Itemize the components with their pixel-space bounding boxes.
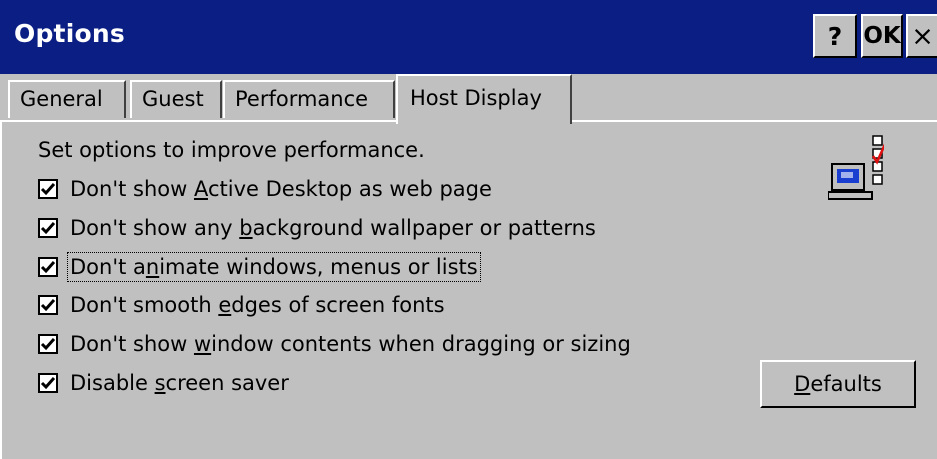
title-bar: Options ? OK × bbox=[0, 0, 937, 74]
checkbox-no-wallpaper[interactable] bbox=[38, 218, 58, 238]
checkbox-no-active-desktop[interactable] bbox=[38, 179, 58, 199]
option-disable-screen-saver[interactable]: Disable screen saver bbox=[38, 368, 289, 398]
option-no-animation[interactable]: Don't animate windows, menus or lists bbox=[38, 252, 481, 282]
check-mark-icon bbox=[40, 261, 56, 274]
option-no-font-smoothing[interactable]: Don't smooth edges of screen fonts bbox=[38, 290, 445, 320]
intro-text: Set options to improve performance. bbox=[38, 138, 425, 162]
option-label: Don't show window contents when dragging… bbox=[70, 332, 631, 356]
close-button[interactable]: × bbox=[906, 14, 937, 58]
checkbox-no-window-contents[interactable] bbox=[38, 334, 58, 354]
tab-performance[interactable]: Performance bbox=[223, 80, 395, 118]
ok-button[interactable]: OK bbox=[861, 14, 903, 58]
option-label: Disable screen saver bbox=[70, 371, 289, 395]
active-tab-gap bbox=[398, 120, 570, 122]
check-mark-icon bbox=[40, 377, 56, 390]
option-no-active-desktop[interactable]: Don't show Active Desktop as web page bbox=[38, 174, 492, 204]
help-button[interactable]: ? bbox=[813, 14, 857, 58]
tab-host-display[interactable]: Host Display bbox=[396, 74, 572, 124]
option-no-window-contents[interactable]: Don't show window contents when dragging… bbox=[38, 329, 631, 359]
tab-general[interactable]: General bbox=[8, 80, 126, 118]
options-dialog: Options ? OK × General Guest Performance… bbox=[0, 0, 937, 459]
option-label: Don't animate windows, menus or lists bbox=[67, 252, 481, 282]
performance-checklist-icon bbox=[828, 135, 884, 200]
checkbox-disable-screen-saver[interactable] bbox=[38, 373, 58, 393]
option-label: Don't show Active Desktop as web page bbox=[70, 177, 492, 201]
host-display-page: Set options to improve performance. Don'… bbox=[0, 122, 937, 459]
checkbox-no-font-smoothing[interactable] bbox=[38, 295, 58, 315]
check-mark-icon bbox=[40, 222, 56, 235]
window-title: Options bbox=[14, 19, 125, 48]
defaults-button[interactable]: Defaults bbox=[760, 360, 916, 408]
option-no-wallpaper[interactable]: Don't show any background wallpaper or p… bbox=[38, 213, 596, 243]
tab-strip: General Guest Performance Host Display bbox=[0, 74, 937, 124]
checkbox-no-animation[interactable] bbox=[38, 257, 58, 277]
check-mark-icon bbox=[40, 338, 56, 351]
check-mark-icon bbox=[40, 183, 56, 196]
check-mark-icon bbox=[40, 299, 56, 312]
tab-guest[interactable]: Guest bbox=[130, 80, 222, 118]
option-label: Don't show any background wallpaper or p… bbox=[70, 216, 596, 240]
option-label: Don't smooth edges of screen fonts bbox=[70, 293, 445, 317]
